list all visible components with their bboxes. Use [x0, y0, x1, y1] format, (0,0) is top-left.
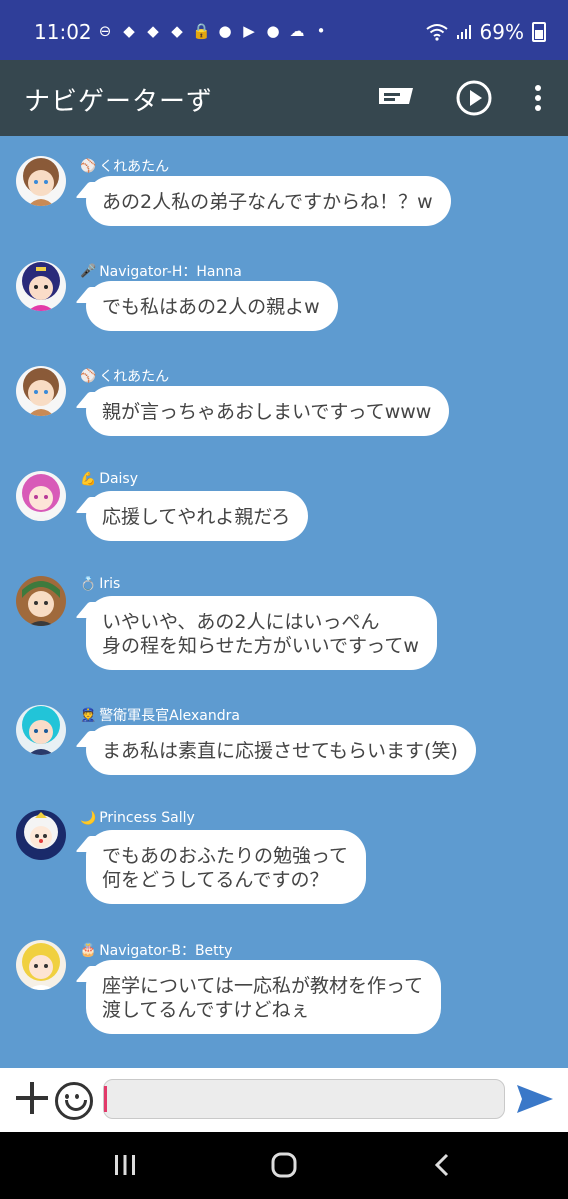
lock-icon: 🔒: [192, 22, 211, 40]
youtube-icon: ▶: [243, 22, 255, 40]
account-icon: ●: [266, 22, 280, 40]
recent-apps-button[interactable]: [112, 1150, 138, 1180]
game-icon: ◆: [171, 22, 183, 40]
battery-icon: [532, 22, 546, 42]
sender-name: 👮 警衛軍長官Alexandra: [80, 707, 240, 725]
avatar[interactable]: [16, 940, 66, 990]
message-bubble[interactable]: いやいや、あの2人にはいっぺん 身の程を知らせた方がいいですってw: [86, 596, 437, 670]
home-icon: [271, 1152, 297, 1178]
message-button[interactable]: [376, 78, 416, 118]
avatar[interactable]: [16, 705, 66, 755]
signal-icon: [456, 25, 471, 39]
avatar[interactable]: [16, 471, 66, 521]
sender-name: 🎂 Navigator-B：Betty: [80, 942, 233, 960]
ring-icon: 💍: [80, 576, 97, 592]
message-input[interactable]: [103, 1079, 505, 1119]
message-bubble[interactable]: あの2人私の弟子なんですからね！？w: [86, 176, 451, 226]
back-button[interactable]: [430, 1150, 454, 1180]
status-time: 11:02: [34, 20, 92, 44]
avatar[interactable]: [16, 810, 66, 860]
avatar[interactable]: [16, 366, 66, 416]
notification-icons: ⊖ ◆ ◆ ◆ 🔒 ● ▶ ● ☁ •: [96, 22, 330, 40]
play-circle-icon: [456, 80, 492, 116]
message-icon: [379, 88, 413, 104]
system-nav-bar: [0, 1132, 568, 1199]
baseball-icon: ⚾: [80, 158, 97, 174]
microphone-icon: 🎤: [80, 263, 97, 279]
sender-name: 💍 Iris: [80, 576, 121, 592]
sender-name: 🌙 Princess Sally: [80, 810, 195, 826]
sender-name: ⚾ くれあたん: [80, 368, 170, 386]
message-bubble[interactable]: 座学については一応私が教材を作って 渡してるんですけどねぇ: [86, 960, 442, 1034]
baseball-icon: ⚾: [80, 368, 97, 384]
chat-area[interactable]: ⚾ くれあたん あの2人私の弟子なんですからね！？w 🎤 Navigator-H…: [0, 136, 568, 1068]
emoji-icon[interactable]: [55, 1082, 93, 1120]
sender-name: ⚾ くれあたん: [80, 158, 170, 176]
message-bubble[interactable]: でもあのおふたりの勉強って 何をどうしてるんですの？: [86, 830, 367, 904]
home-button[interactable]: [270, 1150, 298, 1180]
game-icon: ◆: [123, 22, 135, 40]
message-composer: [0, 1068, 568, 1132]
avatar[interactable]: [16, 261, 66, 311]
dot-icon: •: [316, 22, 326, 40]
avatar[interactable]: [16, 576, 66, 626]
message-bubble[interactable]: 応援してやれよ親だろ: [86, 491, 309, 541]
avatar[interactable]: [16, 156, 66, 206]
message-bubble[interactable]: 親が言っちゃあおしまいですってwww: [86, 386, 450, 436]
message-bubble[interactable]: まあ私は素直に応援させてもらいます(笑): [86, 725, 476, 775]
status-right: 69%: [425, 20, 546, 44]
send-icon[interactable]: [516, 1084, 554, 1114]
sender-name: 🎤 Navigator-H：Hanna: [80, 263, 242, 281]
status-bar: 11:02 ⊖ ◆ ◆ ◆ 🔒 ● ▶ ● ☁ • 69%: [0, 0, 568, 60]
recent-apps-icon: [115, 1155, 135, 1175]
battery-percent: 69%: [479, 20, 524, 44]
wifi-icon: [425, 24, 448, 41]
more-options-button[interactable]: [518, 78, 558, 118]
back-icon: [434, 1153, 449, 1177]
birthday-cake-icon: 🎂: [80, 942, 97, 958]
game-icon: ◆: [147, 22, 159, 40]
police-officer-icon: 👮: [80, 707, 97, 723]
flexed-biceps-icon: 💪: [80, 471, 97, 487]
minus-circle-icon: ⊖: [98, 22, 112, 40]
add-icon[interactable]: [14, 1080, 50, 1116]
crescent-moon-icon: 🌙: [80, 810, 97, 826]
line-icon: ●: [218, 22, 232, 40]
sender-name: 💪 Daisy: [80, 471, 139, 487]
page-title: ナビゲーターず: [24, 87, 214, 117]
message-bubble[interactable]: でも私はあの2人の親よw: [86, 281, 338, 331]
app-bar: ナビゲーターず: [0, 60, 568, 136]
cloud-icon: ☁: [289, 22, 305, 40]
play-button[interactable]: [454, 78, 494, 118]
more-vert-icon: [535, 85, 541, 111]
